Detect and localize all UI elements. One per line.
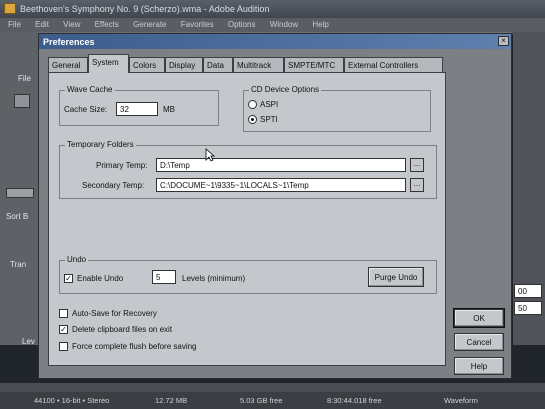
status-view: Waveform [444,396,478,405]
right-panel: 00 50 [512,32,545,362]
menu-help[interactable]: Help [312,20,328,29]
temp-folders-title: Temporary Folders [65,140,136,149]
cd-device-group: CD Device Options ASPI SPTI [243,85,431,132]
menu-edit[interactable]: Edit [35,20,49,29]
delete-clipboard-label: Delete clipboard files on exit [72,325,173,334]
app-logo-icon [4,3,16,14]
secondary-temp-input[interactable]: C:\DOCUME~1\9335~1\LOCALS~1\Temp [156,178,406,192]
files-panel: File Sort B Tran Lev [0,32,38,362]
spti-label: SPTI [260,115,278,124]
cache-size-input[interactable]: 32 [116,102,158,116]
time-field-2[interactable]: 50 [514,301,542,315]
close-icon[interactable]: × [498,36,509,46]
enable-undo-label: Enable Undo [77,274,124,283]
primary-browse-button[interactable]: ... [410,158,424,172]
ok-button[interactable]: OK [453,308,505,328]
undo-group: Undo ✓ Enable Undo 5 Levels (minimum) Pu… [59,255,437,294]
menu-view[interactable]: View [63,20,80,29]
aspi-label: ASPI [260,100,279,109]
cd-device-title: CD Device Options [249,85,322,94]
undo-title: Undo [65,255,89,264]
status-file-size: 12.72 MB [155,396,188,405]
menu-effects[interactable]: Effects [95,20,119,29]
preferences-dialog: Preferences × General System Colors Disp… [38,33,512,379]
panel-scrollbar[interactable] [6,188,34,198]
wave-cache-title: Wave Cache [65,85,115,94]
tab-external-controllers[interactable]: External Controllers [344,57,443,72]
menu-favorites[interactable]: Favorites [181,20,214,29]
aspi-radio[interactable] [248,100,257,109]
menu-file[interactable]: File [8,20,21,29]
tab-display[interactable]: Display [165,57,203,72]
dialog-title: Preferences [39,34,511,49]
spti-radio[interactable] [248,115,257,124]
force-flush-label: Force complete flush before saving [72,342,197,351]
tab-colors[interactable]: Colors [129,57,165,72]
temp-folders-group: Temporary Folders Primary Temp: D:\Temp … [59,140,437,199]
help-button[interactable]: Help [454,357,504,375]
auto-save-label: Auto-Save for Recovery [72,309,157,318]
tab-system[interactable]: System [88,54,129,73]
cache-unit-label: MB [163,105,175,114]
tab-smpte-mtc[interactable]: SMPTE/MTC [284,57,344,72]
timeline-ruler [0,383,545,392]
tab-multitrack[interactable]: Multitrack [233,57,284,72]
folder-icon[interactable] [14,94,30,108]
files-panel-label: File [18,74,31,83]
app-title: Beethoven's Symphony No. 9 (Scherzo).wma… [20,4,270,14]
app-menu-bar: File Edit View Effects Generate Favorite… [0,18,545,32]
status-time-free: 8:30:44.018 free [327,396,382,405]
mouse-pointer-icon [205,148,215,162]
cache-size-label: Cache Size: [64,105,108,114]
menu-window[interactable]: Window [270,20,298,29]
delete-clipboard-checkbox[interactable]: ✓ [59,325,68,334]
status-disk-free: 5.03 GB free [240,396,283,405]
menu-generate[interactable]: Generate [133,20,166,29]
status-bar: 44100 • 16-bit • Stereo 12.72 MB 5.03 GB… [0,392,545,409]
enable-undo-checkbox[interactable]: ✓ [64,274,73,283]
secondary-temp-label: Secondary Temp: [82,181,145,190]
tab-data[interactable]: Data [203,57,233,72]
transport-label: Tran [10,260,27,269]
force-flush-checkbox[interactable] [59,342,68,351]
sort-label: Sort B [6,212,29,221]
undo-levels-input[interactable]: 5 [152,270,176,284]
status-sample-rate: 44100 • 16-bit • Stereo [34,396,110,405]
app-title-bar: Beethoven's Symphony No. 9 (Scherzo).wma… [0,0,545,18]
auto-save-checkbox[interactable] [59,309,68,318]
system-tab-panel: Wave Cache Cache Size: 32 MB CD Device O… [48,72,446,366]
cancel-button[interactable]: Cancel [454,333,504,351]
undo-levels-label: Levels (minimum) [182,274,246,283]
menu-options[interactable]: Options [228,20,256,29]
purge-undo-button[interactable]: Purge Undo [368,267,424,287]
primary-temp-label: Primary Temp: [96,161,148,170]
secondary-browse-button[interactable]: ... [410,178,424,192]
wave-cache-group: Wave Cache Cache Size: 32 MB [59,85,219,126]
primary-temp-input[interactable]: D:\Temp [156,158,406,172]
time-field-1[interactable]: 00 [514,284,542,298]
tab-general[interactable]: General [48,57,88,72]
